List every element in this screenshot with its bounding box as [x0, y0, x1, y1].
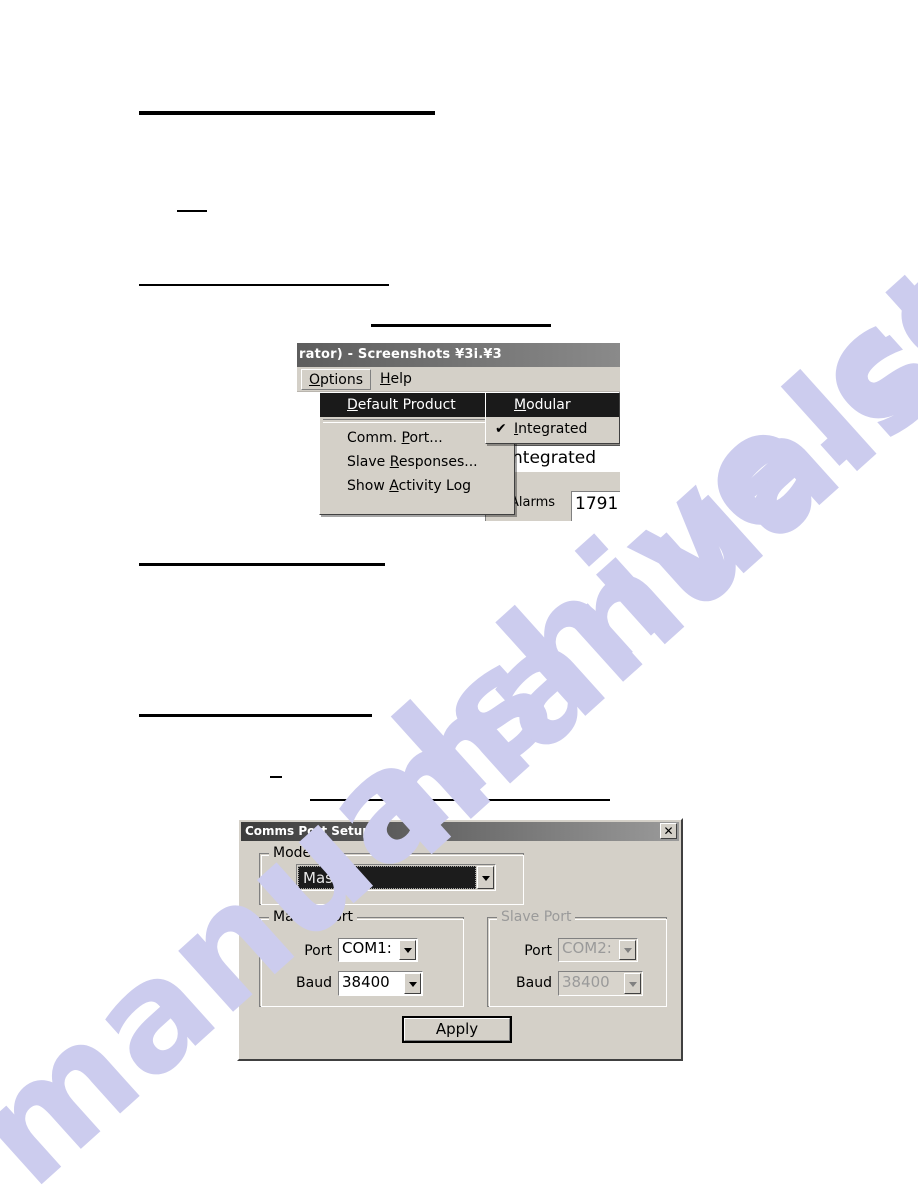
menu-window-titlebar: rator) - Screenshots ¥3i.¥3	[297, 343, 620, 367]
menu-bar: Options Help	[297, 367, 620, 392]
chevron-down-icon[interactable]	[404, 973, 421, 994]
checkmark-icon: ✔	[495, 421, 507, 437]
chevron-down-icon[interactable]	[477, 866, 494, 889]
apply-button[interactable]: Apply	[402, 1016, 512, 1043]
redaction-bar-4	[371, 324, 551, 327]
slave-baud-combobox: 38400	[558, 971, 643, 996]
master-port-value: COM1:	[342, 941, 392, 956]
mode-combobox[interactable]: Master	[296, 864, 496, 891]
menu-screenshot: rator) - Screenshots ¥3i.¥3 Options Help…	[297, 343, 620, 521]
chevron-down-icon	[624, 973, 641, 994]
dialog-title: Comms Port Setup	[245, 824, 371, 838]
apply-button-bevel	[404, 1018, 510, 1041]
redaction-bar-2	[177, 210, 207, 212]
redaction-bar-5	[139, 563, 385, 566]
comms-port-setup-dialog: Comms Port Setup ✕ Mode Master Master Po…	[237, 818, 683, 1061]
slave-port-value: COM2:	[562, 941, 612, 956]
default-product-submenu[interactable]: Modular ✔ Integrated	[485, 392, 620, 444]
menu-item-slave-responses[interactable]: Slave Responses...	[320, 450, 514, 474]
redaction-bar-6	[139, 714, 372, 717]
slave-port-label: Port	[524, 943, 552, 959]
background-form-alarms-field[interactable]: 1791	[571, 491, 620, 521]
submenu-item-integrated[interactable]: ✔ Integrated	[486, 417, 619, 441]
master-port-combobox[interactable]: COM1:	[338, 938, 418, 962]
slave-port-combobox: COM2:	[558, 938, 638, 962]
master-port-label: Port	[304, 943, 332, 959]
master-baud-label: Baud	[296, 975, 332, 991]
menubar-item-options[interactable]: Options	[301, 369, 372, 390]
master-baud-value: 38400	[342, 975, 390, 990]
mode-groupbox: Mode Master	[259, 845, 524, 905]
master-port-groupbox: Master Port Port COM1: Baud 38400	[259, 909, 464, 1007]
redaction-bar-7	[270, 776, 282, 778]
mode-combobox-value: Master	[303, 869, 355, 887]
slave-baud-value: 38400	[562, 975, 610, 990]
redaction-bar-1	[139, 111, 435, 115]
background-form-product-field[interactable]: Integrated	[502, 445, 620, 472]
redaction-bar-8	[310, 799, 610, 801]
menu-separator	[323, 419, 511, 423]
menubar-item-help[interactable]: Help	[373, 369, 419, 390]
redaction-bar-3	[139, 284, 389, 286]
master-baud-combobox[interactable]: 38400	[338, 971, 423, 996]
chevron-down-icon	[619, 940, 636, 960]
dialog-titlebar: Comms Port Setup ✕	[241, 822, 679, 841]
mode-groupbox-title: Mode	[269, 845, 316, 861]
background-form-alarms-label: Alarms	[510, 495, 556, 510]
close-icon[interactable]: ✕	[660, 823, 677, 839]
slave-baud-label: Baud	[516, 975, 552, 991]
chevron-down-icon[interactable]	[399, 940, 416, 960]
mode-combobox-selection: Master	[298, 866, 476, 889]
submenu-item-modular[interactable]: Modular	[486, 393, 619, 417]
master-port-groupbox-title: Master Port	[269, 909, 358, 925]
slave-port-groupbox-title: Slave Port	[497, 909, 576, 925]
slave-port-groupbox: Slave Port Port COM2: Baud 38400	[487, 909, 667, 1007]
menu-item-show-activity-log[interactable]: Show Activity Log	[320, 474, 514, 498]
